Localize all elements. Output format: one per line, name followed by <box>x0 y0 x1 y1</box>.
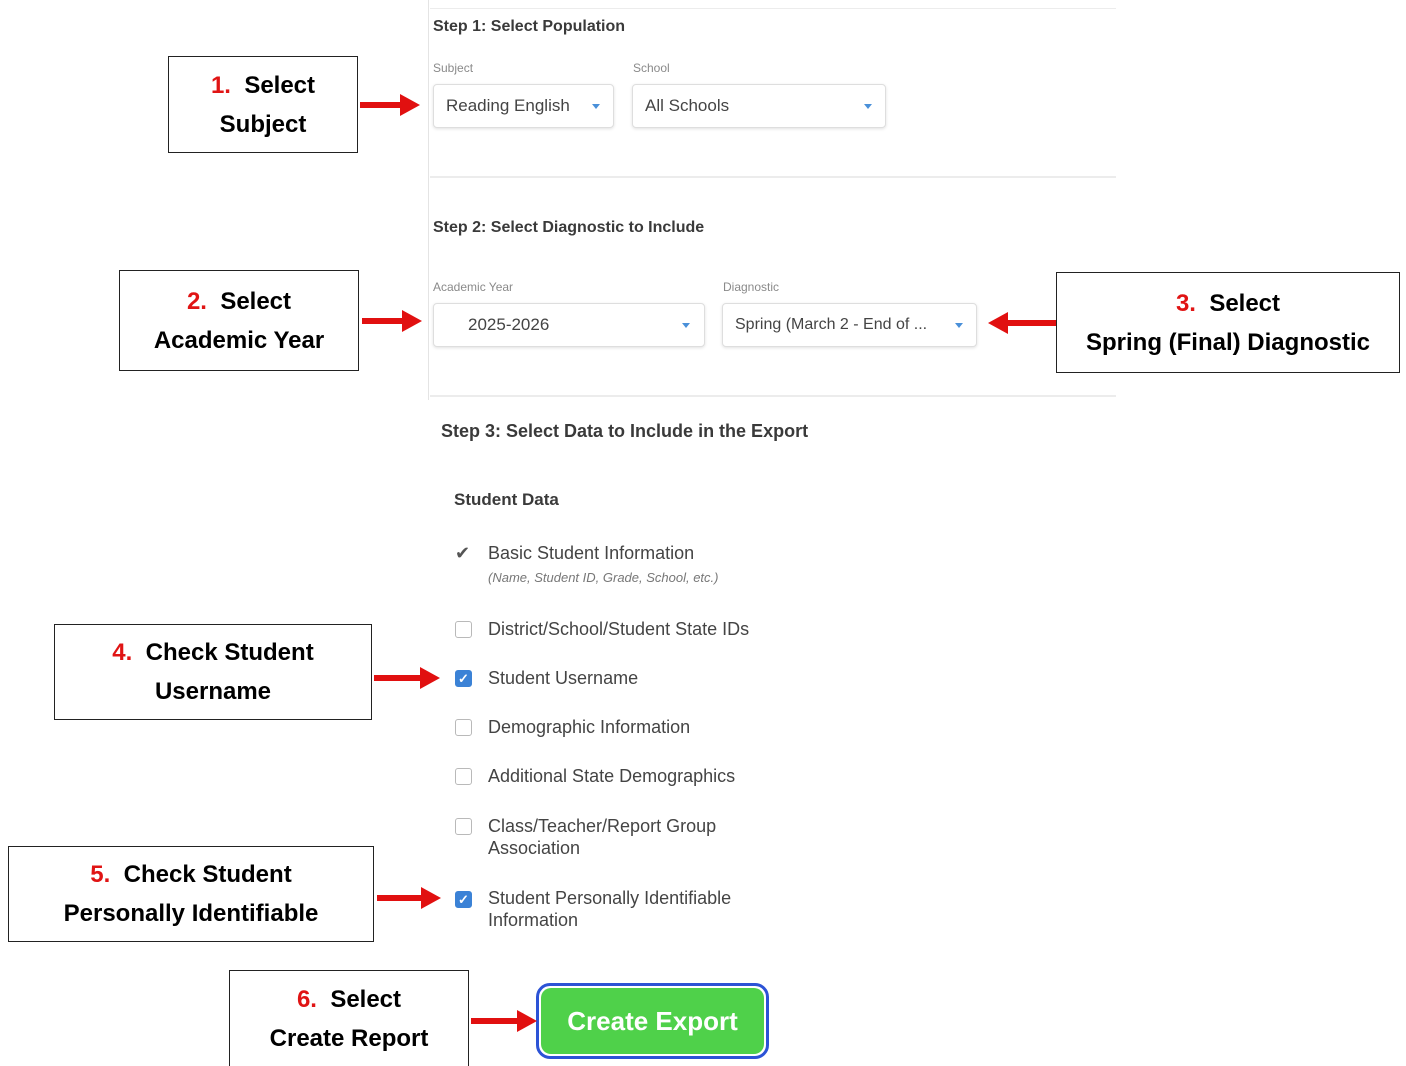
academic-year-select[interactable]: 2025-2026 <box>433 303 705 347</box>
option-label: Additional State Demographics <box>488 766 736 786</box>
check-icon: ✓ <box>458 671 469 686</box>
callout-5: 5. Check Student Personally Identifiable <box>8 846 374 942</box>
option-label: Class/Teacher/Report Group <box>488 816 717 836</box>
caret-down-icon <box>682 323 690 328</box>
divider <box>430 395 1116 397</box>
arrow-right-icon <box>362 318 404 324</box>
student-data-heading: Student Data <box>454 490 559 509</box>
checkbox[interactable] <box>455 621 472 638</box>
diagnostic-value: Spring (March 2 - End of ... <box>735 316 928 333</box>
arrow-head-icon <box>400 94 420 116</box>
callout-line1: Select <box>330 985 402 1013</box>
checkbox[interactable] <box>455 818 472 835</box>
caret-down-icon <box>592 104 600 109</box>
option-label: Basic Student Information <box>488 543 695 563</box>
option-label-line2: Association <box>488 838 581 858</box>
callout-number: 4. <box>112 639 133 666</box>
create-export-button[interactable]: Create Export <box>536 983 769 1059</box>
check-icon: ✓ <box>458 892 469 907</box>
option-class-teacher-association[interactable]: Class/Teacher/Report Group Association <box>455 815 815 859</box>
school-select[interactable]: All Schools <box>632 84 886 128</box>
callout-4: 4. Check Student Username <box>54 624 372 720</box>
option-state-ids[interactable]: District/School/Student State IDs <box>455 618 815 642</box>
callout-number: 1. <box>210 71 231 99</box>
academic-year-value: 2025-2026 <box>468 315 550 334</box>
divider <box>430 8 1116 9</box>
subject-value: Reading English <box>446 96 570 115</box>
arrow-right-icon <box>374 675 422 681</box>
arrow-shaft <box>1006 320 1056 326</box>
checkbox[interactable] <box>455 719 472 736</box>
arrow-head-icon <box>420 667 440 689</box>
callout-line2: Personally Identifiable <box>63 900 319 927</box>
callout-line1: Check Student <box>123 861 292 888</box>
option-label: Demographic Information <box>488 717 691 737</box>
diagnostic-label: Diagnostic <box>723 280 780 294</box>
callout-line2: Spring (Final) Diagnostic <box>1085 328 1370 356</box>
callout-line1: Check Student <box>145 639 314 666</box>
create-export-label: Create Export <box>541 988 764 1054</box>
option-label-line2: Information <box>488 910 579 930</box>
callout-line2: Username <box>154 678 272 705</box>
checkbox-checked[interactable]: ✓ <box>455 891 472 908</box>
callout-number: 3. <box>1175 289 1196 317</box>
checkbox-checked[interactable]: ✓ <box>455 670 472 687</box>
step3-title: Step 3: Select Data to Include in the Ex… <box>441 421 809 441</box>
school-label: School <box>633 61 670 75</box>
callout-line1: Select <box>220 287 292 315</box>
callout-3: 3. Select Spring (Final) Diagnostic <box>1056 272 1400 373</box>
option-label: District/School/Student State IDs <box>488 619 750 639</box>
step2-title: Step 2: Select Diagnostic to Include <box>433 219 705 236</box>
arrow-right-icon <box>377 895 423 901</box>
checkmark-icon: ✔ <box>455 543 471 563</box>
checkbox[interactable] <box>455 768 472 785</box>
callout-number: 5. <box>90 861 111 888</box>
academic-year-label: Academic Year <box>433 280 514 294</box>
arrow-head-icon <box>517 1010 537 1032</box>
caret-down-icon <box>864 104 872 109</box>
option-additional-state-demographics[interactable]: Additional State Demographics <box>455 765 815 789</box>
option-label: Student Username <box>488 668 639 688</box>
option-student-username[interactable]: ✓ Student Username <box>455 667 815 691</box>
arrow-head-icon <box>421 887 441 909</box>
option-demographic-info[interactable]: Demographic Information <box>455 716 815 740</box>
option-hint: (Name, Student ID, Grade, School, etc.) <box>488 570 719 585</box>
callout-2: 2. Select Academic Year <box>119 270 359 371</box>
callout-line1: Select <box>1209 289 1281 317</box>
diagnostic-select[interactable]: Spring (March 2 - End of ... <box>722 303 977 347</box>
panel-border <box>428 0 429 400</box>
callout-line2: Subject <box>219 110 307 138</box>
subject-label: Subject <box>433 61 474 75</box>
callout-line2: Create Report <box>269 1024 429 1052</box>
step1-title: Step 1: Select Population <box>433 18 626 35</box>
school-value: All Schools <box>645 96 730 115</box>
callout-line2: Academic Year <box>153 326 325 354</box>
callout-number: 2. <box>186 287 207 315</box>
callout-line1: Select <box>244 71 316 99</box>
subject-select[interactable]: Reading English <box>433 84 614 128</box>
arrow-left-icon <box>988 312 1008 334</box>
option-student-pii[interactable]: ✓ Student Personally Identifiable Inform… <box>455 887 815 931</box>
caret-down-icon <box>955 323 963 328</box>
option-label: Student Personally Identifiable <box>488 888 732 908</box>
callout-number: 6. <box>296 985 317 1013</box>
callout-1: 1. Select Subject <box>168 56 358 153</box>
arrow-head-icon <box>402 310 422 332</box>
divider <box>430 176 1116 178</box>
callout-6: 6. Select Create Report <box>229 970 469 1066</box>
arrow-right-icon <box>360 102 402 108</box>
arrow-right-icon <box>471 1018 519 1024</box>
